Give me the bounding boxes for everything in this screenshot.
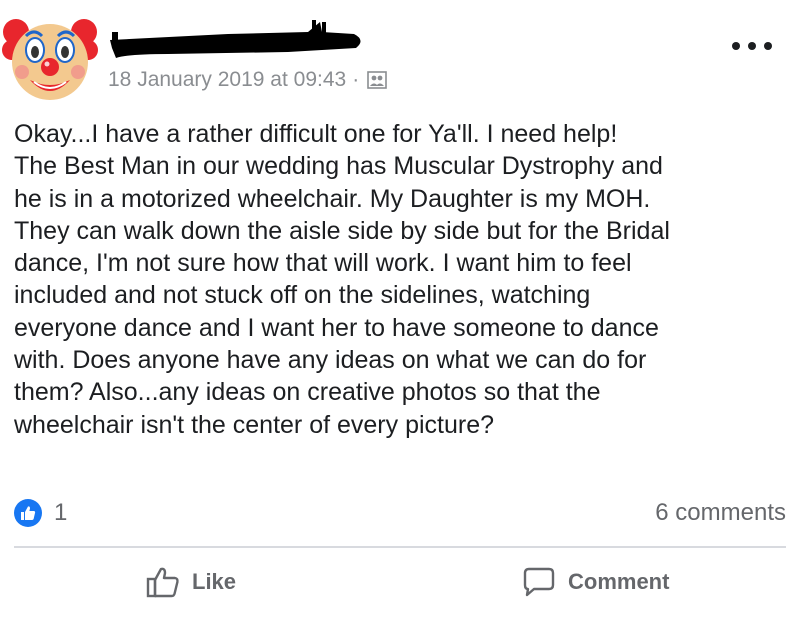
post-text-line: them? Also...any ideas on creative photo…: [14, 378, 601, 407]
thumbs-up-icon: [21, 506, 36, 520]
post-meta: 18 January 2019 at 09:43 ·: [108, 66, 388, 94]
post-text-line: Okay...I have a rather difficult one for…: [14, 120, 618, 148]
reactions-summary: 1 6 comments: [14, 496, 786, 530]
clown-avatar-icon[interactable]: [2, 10, 98, 106]
post-text-line: included and not stuck off on the sideli…: [14, 281, 591, 310]
comments-count-link[interactable]: 6 comments: [655, 499, 786, 527]
post-text-line: wheelchair isn't the center of every pic…: [14, 410, 495, 439]
facebook-post: 18 January 2019 at 09:43 · Okay...I have…: [0, 0, 800, 642]
divider: [14, 546, 786, 548]
post-text-line: The Best Man in our wedding has Muscular…: [14, 152, 663, 181]
more-horizontal-icon: [748, 42, 756, 50]
post-action-bar: Like Comment: [0, 560, 800, 610]
post-timestamp[interactable]: 18 January 2019 at 09:43: [108, 68, 346, 92]
post-text-line: everyone dance and I want her to have so…: [14, 313, 659, 342]
more-options-button[interactable]: [732, 34, 772, 58]
post-text-line: dance, I'm not sure how that will work. …: [14, 249, 632, 278]
post-text-line: with. Does anyone have any ideas on what…: [14, 346, 647, 375]
comment-button-label: Comment: [568, 569, 670, 594]
thumbs-up-outline-icon: [146, 567, 179, 598]
like-reaction-icon[interactable]: [14, 499, 42, 527]
more-horizontal-icon: [764, 42, 772, 50]
redacted-author-name[interactable]: [108, 18, 368, 66]
friends-icon[interactable]: [367, 71, 388, 89]
comment-button[interactable]: Comment: [522, 560, 669, 604]
post-body: Okay...I have a rather difficult one for…: [14, 118, 784, 441]
reaction-count[interactable]: 1: [54, 499, 67, 527]
comment-bubble-icon: [523, 567, 555, 597]
post-text-line: he is in a motorized wheelchair. My Daug…: [14, 184, 651, 213]
like-button-label: Like: [192, 569, 237, 594]
meta-separator: ·: [352, 68, 360, 91]
post-text-line: They can walk down the aisle side by sid…: [14, 216, 670, 245]
like-button[interactable]: Like: [146, 560, 236, 604]
more-horizontal-icon: [732, 42, 740, 50]
